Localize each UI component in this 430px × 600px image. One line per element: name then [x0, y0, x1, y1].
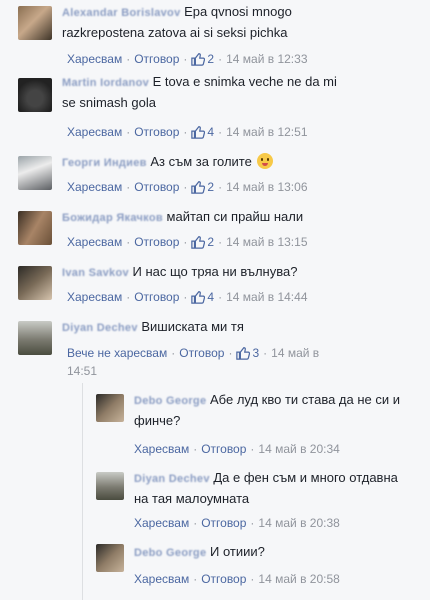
like-button[interactable]: Харесвам [134, 516, 189, 530]
user-photo-icon[interactable] [96, 544, 124, 572]
reply-author[interactable]: Diyan Dechev [134, 473, 210, 485]
comment-actions: Харесвам · Отговор · 2 · 14 май в 12:33 [67, 52, 308, 66]
like-button[interactable]: Харесвам [134, 572, 189, 586]
user-photo-icon[interactable] [96, 472, 124, 500]
reply-actions: Харесвам · Отговор · 14 май в 20:34 [134, 442, 340, 456]
timestamp[interactable]: 14 май в [271, 346, 319, 360]
user-photo-icon[interactable] [18, 266, 52, 300]
comment: Георги Индиев Аз съм за голите Харесвам ·… [0, 150, 430, 202]
like-button[interactable]: Харесвам [67, 52, 122, 66]
comment-actions: Харесвам · Отговор · 2 · 14 май в 13:06 [67, 180, 308, 194]
user-photo-icon[interactable] [18, 6, 52, 40]
like-count[interactable]: 3 [236, 346, 259, 360]
reply-author[interactable]: Debo George [134, 547, 206, 559]
thumbs-up-icon [191, 291, 206, 304]
comment: Ivan Savkov И нас що тряа ни вълнува? Ха… [0, 260, 430, 312]
comment-actions: Харесвам · Отговор · 4 · 14 май в 12:51 [67, 125, 308, 139]
like-count[interactable]: 4 [191, 290, 214, 304]
tongue-face-emoji [257, 153, 274, 169]
comment: Martin Iordanov E tova e snimka veche ne… [0, 70, 430, 150]
comment-text: Аз съм за голите [150, 154, 252, 169]
comment-text: майтап си прайш нали [166, 209, 304, 224]
like-button[interactable]: Харесвам [67, 290, 122, 304]
timestamp[interactable]: 14 май в 13:15 [226, 235, 307, 249]
user-photo-icon[interactable] [18, 321, 52, 355]
comment-author[interactable]: Diyan Dechev [62, 322, 138, 334]
reply-button[interactable]: Отговор [134, 125, 179, 139]
thumbs-up-icon [191, 236, 206, 249]
comment: Diyan Dechev Вишиската ми тя Вече не хар… [0, 315, 430, 385]
comment-author[interactable]: Ivan Savkov [62, 267, 129, 279]
comment-actions: Харесвам · Отговор · 4 · 14 май в 14:44 [67, 290, 308, 304]
reply-button[interactable]: Отговор [201, 442, 246, 456]
comment-actions: Харесвам · Отговор · 2 · 14 май в 13:15 [67, 235, 308, 249]
reply-button[interactable]: Отговор [201, 572, 246, 586]
timestamp[interactable]: 14 май в 20:34 [258, 442, 339, 456]
like-button[interactable]: Харесвам [67, 180, 122, 194]
reply-button[interactable]: Отговор [134, 290, 179, 304]
comment-author[interactable]: Божидар Якачков [62, 212, 163, 224]
timestamp[interactable]: 14 май в 12:33 [226, 52, 307, 66]
like-count[interactable]: 2 [191, 52, 214, 66]
comment: Alexandar Borislavov Epa qvnosi mnogo ra… [0, 0, 430, 70]
comment-actions-wrap: 14:51 [67, 362, 97, 380]
reply-comment: Debo George И отиии? Харесвам · Отговор · 14… [0, 540, 430, 600]
user-photo-icon[interactable] [96, 394, 124, 422]
timestamp[interactable]: 14 май в 12:51 [226, 125, 307, 139]
reply-comment: Diyan Dechev Да е фен съм и много отдавн… [0, 468, 430, 538]
timestamp[interactable]: 14 май в 20:58 [258, 572, 339, 586]
reply-button[interactable]: Отговор [179, 346, 224, 360]
timestamp[interactable]: 14 май в 14:44 [226, 290, 307, 304]
comment-text: И нас що тряа ни вълнува? [132, 264, 298, 279]
reply-comment: Debo George Абе луд кво ти става да не с… [0, 388, 430, 458]
comment: Божидар Якачков майтап си прайш нали Хар… [0, 205, 430, 257]
comment-author[interactable]: Георги Индиев [62, 157, 147, 169]
user-photo-icon[interactable] [18, 78, 52, 112]
thumbs-up-icon [191, 126, 206, 139]
comment-author[interactable]: Martin Iordanov [62, 77, 149, 89]
unlike-button[interactable]: Вече не харесвам [67, 346, 167, 360]
like-count[interactable]: 2 [191, 235, 214, 249]
comment-text: Вишиската ми тя [141, 319, 244, 334]
thumbs-up-icon [191, 53, 206, 66]
reply-text: И отиии? [210, 544, 265, 559]
like-button[interactable]: Харесвам [134, 442, 189, 456]
user-photo-icon[interactable] [18, 211, 52, 245]
like-button[interactable]: Харесвам [67, 235, 122, 249]
reply-actions: Харесвам · Отговор · 14 май в 20:58 [134, 572, 340, 586]
reply-actions: Харесвам · Отговор · 14 май в 20:38 [134, 516, 340, 530]
thumbs-up-icon [191, 181, 206, 194]
timestamp[interactable]: 14 май в 20:38 [258, 516, 339, 530]
like-count[interactable]: 2 [191, 180, 214, 194]
reply-button[interactable]: Отговор [134, 52, 179, 66]
thumbs-up-icon [236, 347, 251, 360]
comment-author[interactable]: Alexandar Borislavov [62, 7, 181, 19]
comment-actions: Вече не харесвам · Отговор · 3 · 14 май в [67, 346, 320, 360]
reply-button[interactable]: Отговор [201, 516, 246, 530]
reply-author[interactable]: Debo George [134, 395, 206, 407]
like-button[interactable]: Харесвам [67, 125, 122, 139]
reply-button[interactable]: Отговор [134, 235, 179, 249]
timestamp-continued[interactable]: 14:51 [67, 364, 97, 378]
timestamp[interactable]: 14 май в 13:06 [226, 180, 307, 194]
reply-button[interactable]: Отговор [134, 180, 179, 194]
like-count[interactable]: 4 [191, 125, 214, 139]
user-photo-icon[interactable] [18, 156, 52, 190]
